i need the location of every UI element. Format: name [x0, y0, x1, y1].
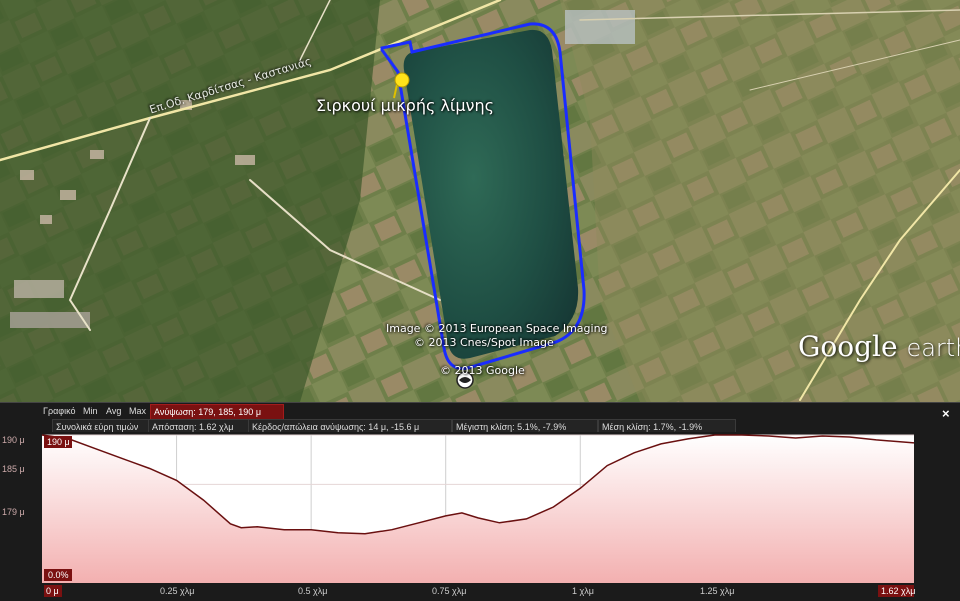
max-option[interactable]: Max — [126, 404, 149, 418]
x-tick-label: 1 χλμ — [572, 586, 594, 596]
google-earth-logo: Google earth — [798, 330, 960, 363]
imagery-credit: © 2013 Cnes/Spot Image — [414, 336, 554, 349]
elevation-chart[interactable]: 190 μ 185 μ 179 μ 190 μ 0.0% 0 μ 0.25 χλ… — [0, 432, 960, 600]
min-option[interactable]: Min — [80, 404, 101, 418]
x-tick-label: 1.25 χλμ — [700, 586, 734, 596]
y-tick-label: 185 μ — [2, 464, 25, 474]
x-tick-label: 1.62 χλμ — [881, 586, 915, 596]
x-tick-label: 0.75 χλμ — [432, 586, 466, 596]
y-tick-label: 190 μ — [2, 435, 25, 445]
elevation-summary[interactable]: Ανύψωση: 179, 185, 190 μ — [150, 404, 284, 420]
x-tick-label: 0.5 χλμ — [298, 586, 327, 596]
y-tick-label: 179 μ — [2, 507, 25, 517]
x-tick-label: 0.25 χλμ — [160, 586, 194, 596]
bottom-value-text: 0.0% — [48, 570, 69, 580]
top-value-text: 190 μ — [47, 437, 70, 447]
avg-option[interactable]: Avg — [103, 404, 124, 418]
close-button[interactable]: × — [942, 406, 950, 421]
satellite-map[interactable]: Επ.Οδ. Καρδίτσας - Καστανιάς Σιρκουί μικ… — [0, 0, 960, 402]
x-tick-label: 0 μ — [46, 586, 59, 596]
imagery-credit: Image © 2013 European Space Imaging — [386, 322, 608, 335]
track-name-label[interactable]: Σιρκουί μικρής λίμνης — [316, 96, 494, 115]
graph-label: Γραφικό — [43, 406, 76, 416]
imagery-credit: © 2013 Google — [440, 364, 525, 377]
